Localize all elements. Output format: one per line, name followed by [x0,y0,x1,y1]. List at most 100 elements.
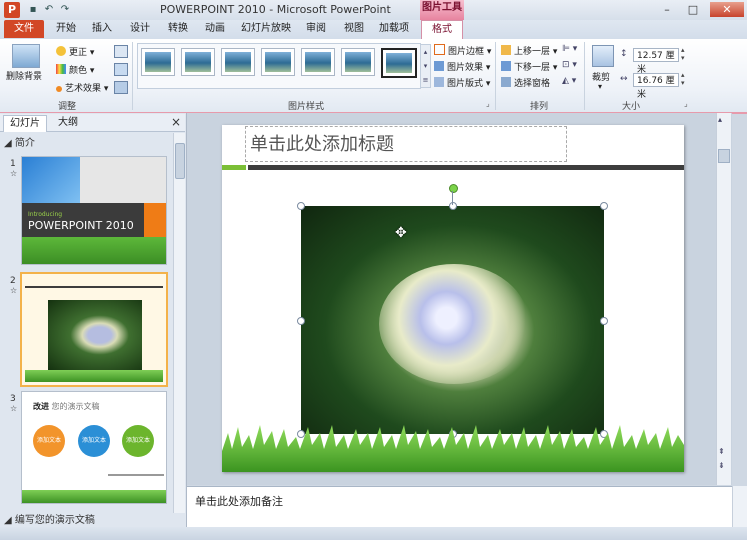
notes-pane[interactable]: 单击此处添加备注 [187,486,732,528]
resize-handle-top[interactable] [449,202,457,210]
star-icon: ☆ [10,169,18,178]
title-placeholder[interactable]: 单击此处添加标题 [245,126,567,162]
tab-insert[interactable]: 插入 [88,20,116,38]
slides-pane-scrollbar[interactable] [173,133,185,513]
picture-layout-icon [434,77,444,87]
dialog-launcher-icon[interactable]: ⌟ [486,99,490,108]
slide-number: 3 [10,394,16,404]
tab-view[interactable]: 视图 [340,20,368,38]
section-header-compose[interactable]: ◢ 编写您的演示文稿 [4,511,95,526]
picture-style-7[interactable] [381,48,417,78]
picture-style-1[interactable] [141,48,175,76]
resize-handle-right[interactable] [600,317,608,325]
group-label-adjust: 调整 [58,102,77,112]
resize-handle-left[interactable] [297,317,305,325]
thumb3-button-1: 添加文本 [33,425,65,457]
color-button[interactable]: 颜色 ▾ [56,63,94,76]
tab-review[interactable]: 审阅 [302,20,330,38]
maximize-button[interactable]: □ [682,2,704,17]
shape-width-icon: ↔ [620,74,628,84]
redo-icon[interactable]: ↷ [58,3,72,17]
send-backward-button[interactable]: 下移一层 ▾ [501,60,557,73]
shape-height-input[interactable]: 12.57 厘米 [633,48,679,75]
compress-pictures-icon[interactable] [114,45,128,58]
slide-thumbnail-2-selected[interactable] [20,272,168,387]
align-icon[interactable]: ⊫ ▾ [562,44,577,54]
notes-scrollbar[interactable] [732,486,747,527]
previous-slide-icon[interactable]: ⇞ [718,447,725,456]
grass-decoration [222,425,684,472]
picture-border-button[interactable]: 图片边框 ▾ [434,44,491,57]
group-icon[interactable]: ⊡ ▾ [562,60,577,70]
artistic-effects-button[interactable]: 艺术效果 ▾ [56,81,108,94]
remove-background-icon[interactable] [12,44,40,68]
save-icon[interactable]: ▪ [26,3,40,17]
scroll-up-icon[interactable]: ▴ [718,115,722,124]
slide-number: 2 [10,276,16,286]
tab-file[interactable]: 文件 [4,20,44,38]
tab-outline[interactable]: 大纲 [50,115,86,131]
tab-animations[interactable]: 动画 [201,20,229,38]
reset-picture-icon[interactable] [114,81,128,94]
picture-style-6[interactable] [341,48,375,76]
height-spinner-icon[interactable]: ▴ ▾ [681,46,685,62]
group-separator [584,42,585,110]
crop-icon[interactable] [592,45,614,67]
thumb3-button-3: 添加文本 [122,425,154,457]
slide-scroll-thumb[interactable] [718,149,730,163]
remove-background-button[interactable]: 删除背景 [6,69,42,82]
color-icon [56,64,66,74]
picture-layout-button[interactable]: 图片版式 ▾ [434,76,490,89]
crop-dropdown-icon[interactable]: ▾ [598,82,602,91]
resize-handle-top-right[interactable] [600,202,608,210]
tab-slides[interactable]: 幻灯片 [3,115,47,132]
thumb1-title: POWERPOINT 2010 [28,219,134,232]
notes-placeholder[interactable]: 单击此处添加备注 [195,493,283,509]
undo-icon[interactable]: ↶ [42,3,56,17]
thumb3-heading: 改进 [33,402,49,411]
next-slide-icon[interactable]: ⇟ [718,461,725,470]
powerpoint-app-icon[interactable]: P [4,2,20,18]
picture-style-4[interactable] [261,48,295,76]
rotation-handle[interactable] [449,184,458,193]
slide-thumbnail-1[interactable]: Introducing POWERPOINT 2010 [21,156,167,265]
slide-vertical-scrollbar[interactable]: ▴ ⇞ ⇟ [716,113,731,485]
picture-effects-button[interactable]: 图片效果 ▾ [434,60,490,73]
tab-slideshow[interactable]: 幻灯片放映 [240,20,292,38]
close-window-button[interactable]: ✕ [710,2,744,17]
picture-style-2[interactable] [181,48,215,76]
rotate-icon[interactable]: ◭ ▾ [562,76,576,86]
send-backward-icon [501,61,511,71]
picture-tools-context-label: 图片工具 [420,0,464,20]
tab-addins[interactable]: 加载项 [378,20,410,38]
accent-bar-green [222,165,246,170]
section-header-intro[interactable]: ◢ 简介 [4,134,35,149]
picture-style-3[interactable] [221,48,255,76]
close-pane-icon[interactable]: × [171,115,181,129]
thumb3-heading-rest: 您的演示文稿 [51,402,100,411]
current-slide[interactable]: 单击此处添加标题 [222,125,684,472]
slide-thumbnail-3[interactable]: 改进 您的演示文稿 添加文本 添加文本 添加文本 [21,391,167,504]
group-label-arrange: 排列 [530,102,549,112]
picture-style-5[interactable] [301,48,335,76]
hydrangea-photo[interactable] [301,206,604,434]
tab-transitions[interactable]: 转换 [164,20,192,38]
bring-forward-button[interactable]: 上移一层 ▾ [501,44,557,57]
thumb2-photo [48,300,142,370]
shape-height-icon: ↕ [620,49,628,59]
gallery-scroll-icon[interactable]: ▴ ▾ ≡ [420,44,431,88]
width-spinner-icon[interactable]: ▴ ▾ [681,71,685,87]
corrections-button[interactable]: 更正 ▾ [56,45,94,58]
tab-home[interactable]: 开始 [52,20,80,38]
tab-design[interactable]: 设计 [126,20,154,38]
size-dialog-launcher-icon[interactable]: ⌟ [684,99,688,108]
selection-pane-icon [501,77,511,87]
tab-format[interactable]: 格式 [421,20,463,39]
resize-handle-top-left[interactable] [297,202,305,210]
minimize-button[interactable]: – [656,2,678,17]
slide-number: 1 [10,159,16,169]
shape-width-input[interactable]: 16.76 厘米 [633,73,679,100]
selection-pane-button[interactable]: 选择窗格 [501,76,550,89]
slides-pane-scroll-thumb[interactable] [175,143,185,179]
change-picture-icon[interactable] [114,63,128,76]
